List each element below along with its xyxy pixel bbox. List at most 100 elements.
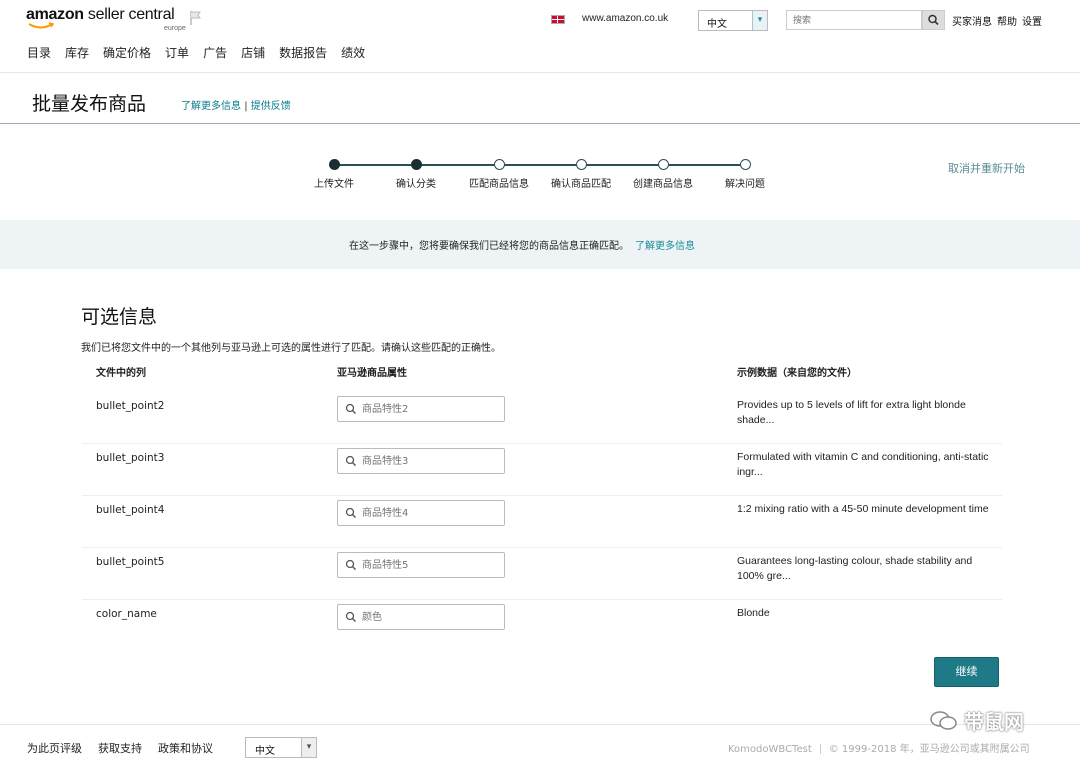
- step-label-resolve: 解决问题: [725, 179, 765, 190]
- step-dot-upload: [329, 159, 340, 170]
- file-column-name: bullet_point4: [96, 504, 165, 516]
- attribute-search-field[interactable]: [337, 552, 505, 578]
- step-label-category: 确认分类: [396, 179, 436, 190]
- file-column-name: bullet_point3: [96, 452, 165, 464]
- attribute-input[interactable]: [362, 397, 502, 421]
- step-dot-resolve: [740, 159, 751, 170]
- column-header-sample-data: 示例数据（来自您的文件）: [737, 368, 857, 379]
- top-header: amazon seller central europe www.amazon.…: [0, 0, 1080, 72]
- language-value: 中文: [707, 19, 727, 30]
- footer-links: 为此页评级 获取支持 政策和协议: [27, 740, 229, 756]
- footer-language-select[interactable]: 中文 ▾: [245, 737, 317, 758]
- banner-message: 在这一步骤中，您将要确保我们已经将您的商品信息正确匹配。: [349, 241, 629, 252]
- section-description: 我们已将您文件中的一个其他列与亚马逊上可选的属性进行了匹配。请确认这些匹配的正确…: [81, 343, 501, 354]
- footer-language-value: 中文: [255, 746, 275, 757]
- continue-button[interactable]: 继续: [934, 657, 999, 687]
- footer-right: KomodoWBCTest © 1999-2018 年，亚马逊公司或其附属公司: [728, 740, 1030, 755]
- link-separator: |: [244, 101, 248, 112]
- attribute-input[interactable]: [362, 553, 502, 577]
- attribute-input[interactable]: [362, 501, 502, 525]
- attribute-search-field[interactable]: [337, 604, 505, 630]
- nav-inventory[interactable]: 库存: [65, 44, 89, 61]
- progress-stepper: 上传文件 确认分类 匹配商品信息 确认商品匹配 创建商品信息 解决问题: [300, 156, 780, 196]
- nav-catalog[interactable]: 目录: [27, 44, 51, 61]
- language-select[interactable]: 中文 ▾: [698, 10, 768, 31]
- step-dot-match-info: [494, 159, 505, 170]
- table-row: bullet_point5 Guarantees long-lasting co…: [82, 548, 1002, 600]
- uk-flag-icon[interactable]: [551, 15, 565, 24]
- learn-more-link[interactable]: 了解更多信息: [181, 101, 241, 112]
- chevron-down-icon: ▾: [752, 11, 767, 30]
- page-title: 批量发布商品: [32, 93, 147, 115]
- search-icon: [345, 403, 357, 415]
- search-icon: [345, 455, 357, 467]
- page-title-band: 批量发布商品 了解更多信息 | 提供反馈: [0, 72, 1080, 124]
- step-label-create-listing: 创建商品信息: [633, 179, 693, 190]
- sample-data: Blonde: [737, 607, 770, 619]
- table-row: color_name Blonde: [82, 600, 1002, 652]
- policies-link[interactable]: 政策和协议: [158, 742, 213, 755]
- banner-learn-more-link[interactable]: 了解更多信息: [635, 241, 695, 252]
- sample-data: Formulated with vitamin C and conditioni…: [737, 451, 989, 478]
- search-button[interactable]: [922, 10, 945, 30]
- nav-reports[interactable]: 数据报告: [279, 44, 327, 61]
- help-link[interactable]: 帮助: [997, 17, 1017, 28]
- marketplace-domain[interactable]: www.amazon.co.uk: [582, 13, 668, 24]
- file-column-name: bullet_point5: [96, 556, 165, 568]
- column-header-file-column: 文件中的列: [96, 368, 146, 379]
- search-icon: [345, 611, 357, 623]
- settings-link[interactable]: 设置: [1022, 17, 1042, 28]
- stepper-line: [335, 164, 745, 166]
- wechat-icon: [930, 711, 957, 730]
- step-label-confirm-match: 确认商品匹配: [551, 179, 611, 190]
- amazon-smile-icon: [28, 22, 54, 29]
- nav-performance[interactable]: 绩效: [341, 44, 365, 61]
- feedback-link[interactable]: 提供反馈: [251, 101, 291, 112]
- step-dot-confirm-match: [576, 159, 587, 170]
- attribute-input[interactable]: [362, 605, 502, 629]
- step-dot-create-listing: [658, 159, 669, 170]
- table-row: bullet_point2 Provides up to 5 levels of…: [82, 392, 1002, 444]
- footer-divider: [819, 744, 821, 754]
- amazon-seller-central-logo[interactable]: amazon seller central europe: [26, 6, 186, 32]
- attribute-search-field[interactable]: [337, 500, 505, 526]
- file-column-name: color_name: [96, 608, 157, 620]
- step-label-match-info: 匹配商品信息: [469, 179, 529, 190]
- search-icon: [345, 559, 357, 571]
- title-links: 了解更多信息 | 提供反馈: [181, 97, 291, 112]
- banner-text-wrap: 在这一步骤中，您将要确保我们已经将您的商品信息正确匹配。 了解更多信息: [349, 237, 695, 252]
- nav-orders[interactable]: 订单: [165, 44, 189, 61]
- sample-data: Provides up to 5 levels of lift for extr…: [737, 399, 966, 426]
- step-label-upload: 上传文件: [314, 179, 354, 190]
- step-dot-category: [411, 159, 422, 170]
- copyright: © 1999-2018 年，亚马逊公司或其附属公司: [828, 744, 1030, 755]
- search-icon: [345, 507, 357, 519]
- table-row: bullet_point4 1:2 mixing ratio with a 45…: [82, 496, 1002, 548]
- chevron-down-icon: ▾: [301, 738, 316, 757]
- get-support-link[interactable]: 获取支持: [98, 742, 142, 755]
- logo-region: europe: [164, 25, 186, 32]
- account-name: KomodoWBCTest: [728, 744, 812, 755]
- search-input[interactable]: [787, 11, 921, 29]
- search-field[interactable]: [786, 10, 922, 30]
- rate-page-link[interactable]: 为此页评级: [27, 742, 82, 755]
- search-icon: [928, 14, 939, 26]
- attribute-input[interactable]: [362, 449, 502, 473]
- table-row: bullet_point3 Formulated with vitamin C …: [82, 444, 1002, 496]
- attribute-search-field[interactable]: [337, 396, 505, 422]
- file-column-name: bullet_point2: [96, 400, 165, 412]
- flag-icon[interactable]: [188, 10, 204, 26]
- column-header-amazon-attribute: 亚马逊商品属性: [337, 368, 407, 379]
- main-nav: 目录 库存 确定价格 订单 广告 店铺 数据报告 绩效: [27, 44, 379, 61]
- top-links: 买家消息 帮助 设置: [952, 13, 1047, 28]
- nav-advertising[interactable]: 广告: [203, 44, 227, 61]
- nav-stores[interactable]: 店铺: [241, 44, 265, 61]
- sample-data: 1:2 mixing ratio with a 45-50 minute dev…: [737, 503, 989, 515]
- cancel-restart-link[interactable]: 取消并重新开始: [948, 160, 1025, 176]
- logo-bold-text: amazon: [26, 6, 84, 23]
- buyer-messages-link[interactable]: 买家消息: [952, 17, 992, 28]
- logo-text: amazon seller central: [26, 6, 175, 23]
- nav-pricing[interactable]: 确定价格: [103, 44, 151, 61]
- watermark: 带鼠网: [964, 710, 1024, 734]
- attribute-search-field[interactable]: [337, 448, 505, 474]
